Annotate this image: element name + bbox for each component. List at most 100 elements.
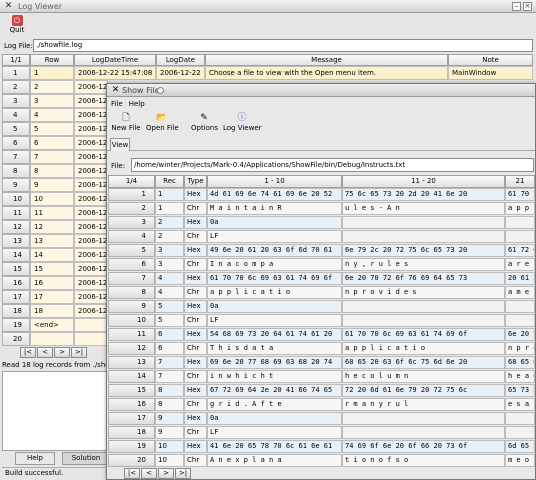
row-cell[interactable]: 16 <box>30 276 74 290</box>
rec-cell[interactable]: 5 <box>155 314 184 327</box>
row-header[interactable]: 6 <box>108 258 155 271</box>
type-cell[interactable]: Hex <box>184 188 207 201</box>
next-record-button[interactable]: > <box>158 468 174 479</box>
help-pane[interactable] <box>2 371 110 451</box>
type-cell[interactable]: Hex <box>184 216 207 229</box>
row-cell[interactable]: 9 <box>30 178 74 192</box>
data-cell-1[interactable]: 69 6e 20 77 68 69 63 68 20 74 <box>207 356 342 369</box>
row-header[interactable]: 16 <box>2 276 30 290</box>
type-cell[interactable]: Hex <box>184 356 207 369</box>
data-cell-3[interactable] <box>505 314 535 327</box>
data-cell-3[interactable]: 61 70 70 6c <box>505 188 535 201</box>
data-cell-1[interactable]: I n a c o m p a <box>207 258 342 271</box>
type-cell[interactable]: Chr <box>184 342 207 355</box>
tab-view[interactable]: View <box>110 138 130 151</box>
data-cell-1[interactable]: A n e x p l a n a <box>207 454 342 467</box>
row-header[interactable]: 15 <box>108 384 155 397</box>
type-cell[interactable]: Chr <box>184 286 207 299</box>
column-header-21[interactable]: 21 <box>505 175 535 188</box>
row-header[interactable]: 10 <box>2 192 30 206</box>
options-button[interactable]: ✎ Options <box>191 113 218 135</box>
data-cell-2[interactable]: h e c o l u m n <box>342 370 505 383</box>
data-cell-2[interactable]: 74 69 6f 6e 20 6f 66 20 73 6f <box>342 440 505 453</box>
data-cell-1[interactable]: LF <box>207 230 342 243</box>
logdatetime-cell[interactable]: 2006-12- <box>74 136 108 150</box>
note-cell[interactable]: MainWindow <box>448 66 533 80</box>
column-header-note[interactable]: Note <box>448 54 533 66</box>
data-cell-3[interactable] <box>505 300 535 313</box>
logdatetime-cell[interactable]: 2006-12- <box>74 108 108 122</box>
shade-icon[interactable] <box>157 87 164 94</box>
row-cell[interactable] <box>30 332 74 346</box>
logdatetime-cell[interactable]: 2006-12- <box>74 94 108 108</box>
data-cell-3[interactable]: h e a d e <box>505 370 535 383</box>
logdatetime-cell[interactable]: 2006-12- <box>74 220 108 234</box>
row-cell[interactable]: 14 <box>30 248 74 262</box>
rec-cell[interactable]: 10 <box>155 440 184 453</box>
data-cell-2[interactable]: 75 6c 65 73 20 2d 20 41 6e 20 <box>342 188 505 201</box>
row-header[interactable]: 2 <box>2 80 30 94</box>
row-header[interactable]: 8 <box>2 164 30 178</box>
data-cell-2[interactable] <box>342 300 505 313</box>
data-cell-1[interactable]: 67 72 69 64 2e 20 41 66 74 65 <box>207 384 342 397</box>
row-cell[interactable]: 12 <box>30 220 74 234</box>
rec-cell[interactable]: 1 <box>155 202 184 215</box>
row-header[interactable]: 7 <box>2 150 30 164</box>
row-cell[interactable]: 11 <box>30 206 74 220</box>
row-header[interactable]: 1 <box>108 188 155 201</box>
rec-cell[interactable]: 8 <box>155 384 184 397</box>
data-cell-2[interactable]: 68 65 20 63 6f 6c 75 6d 6e 20 <box>342 356 505 369</box>
data-cell-3[interactable] <box>505 412 535 425</box>
row-cell[interactable]: 18 <box>30 304 74 318</box>
data-cell-1[interactable]: a p p l i c a t i o <box>207 286 342 299</box>
row-header[interactable]: 12 <box>108 342 155 355</box>
row-cell[interactable]: 10 <box>30 192 74 206</box>
rec-cell[interactable]: 9 <box>155 426 184 439</box>
first-record-button[interactable]: |< <box>124 468 140 479</box>
logdatetime-cell[interactable]: 2006-12- <box>74 262 108 276</box>
type-cell[interactable]: Chr <box>184 454 207 467</box>
data-cell-2[interactable] <box>342 412 505 425</box>
data-cell-3[interactable]: 65 73 20 61 7 <box>505 384 535 397</box>
data-cell-2[interactable] <box>342 314 505 327</box>
row-header[interactable]: 4 <box>108 230 155 243</box>
data-cell-2[interactable]: n y , r u l e s <box>342 258 505 271</box>
type-cell[interactable]: Chr <box>184 202 207 215</box>
row-cell[interactable]: 1 <box>30 66 74 80</box>
row-header[interactable]: 20 <box>2 332 30 346</box>
logdatetime-cell[interactable]: 2006-12- <box>74 164 108 178</box>
row-cell[interactable]: 15 <box>30 262 74 276</box>
data-cell-2[interactable]: 61 70 70 6c 69 63 61 74 69 6f <box>342 328 505 341</box>
logdatetime-cell[interactable]: 2006-12- <box>74 122 108 136</box>
type-cell[interactable]: Hex <box>184 244 207 257</box>
quit-button[interactable]: ⏻ Quit <box>5 15 29 37</box>
rec-cell[interactable]: 7 <box>155 370 184 383</box>
tab-solution[interactable]: Solution <box>62 452 110 465</box>
logdatetime-cell[interactable] <box>74 332 108 346</box>
row-cell[interactable]: 17 <box>30 290 74 304</box>
type-cell[interactable]: Chr <box>184 370 207 383</box>
data-cell-1[interactable]: LF <box>207 426 342 439</box>
row-header[interactable]: 5 <box>2 122 30 136</box>
rec-cell[interactable]: 3 <box>155 258 184 271</box>
data-cell-1[interactable]: 54 68 69 73 20 64 61 74 61 20 <box>207 328 342 341</box>
data-cell-3[interactable] <box>505 426 535 439</box>
logdatetime-cell[interactable]: 2006-12- <box>74 192 108 206</box>
row-cell[interactable]: 4 <box>30 108 74 122</box>
data-cell-3[interactable]: a r e i <box>505 258 535 271</box>
type-cell[interactable]: Chr <box>184 258 207 271</box>
data-cell-1[interactable]: 61 70 70 6c 69 63 61 74 69 6f <box>207 272 342 285</box>
open-file-button[interactable]: 📂 Open File <box>146 113 179 135</box>
row-header[interactable]: 9 <box>108 300 155 313</box>
type-cell[interactable]: Hex <box>184 272 207 285</box>
rec-cell[interactable]: 6 <box>155 328 184 341</box>
file-path-input[interactable]: /home/winter/Projects/Mark-0.4/Applicati… <box>131 158 534 172</box>
data-cell-1[interactable]: 41 6e 20 65 78 70 6c 61 6e 61 <box>207 440 342 453</box>
row-header[interactable]: 13 <box>108 356 155 369</box>
menu-help[interactable]: Help <box>129 100 145 108</box>
type-cell[interactable]: Chr <box>184 398 207 411</box>
row-header[interactable]: 13 <box>2 234 30 248</box>
row-header[interactable]: 16 <box>108 398 155 411</box>
data-cell-2[interactable]: 72 20 6d 61 6e 79 20 72 75 6c <box>342 384 505 397</box>
data-cell-2[interactable]: t i o n o f s o <box>342 454 505 467</box>
